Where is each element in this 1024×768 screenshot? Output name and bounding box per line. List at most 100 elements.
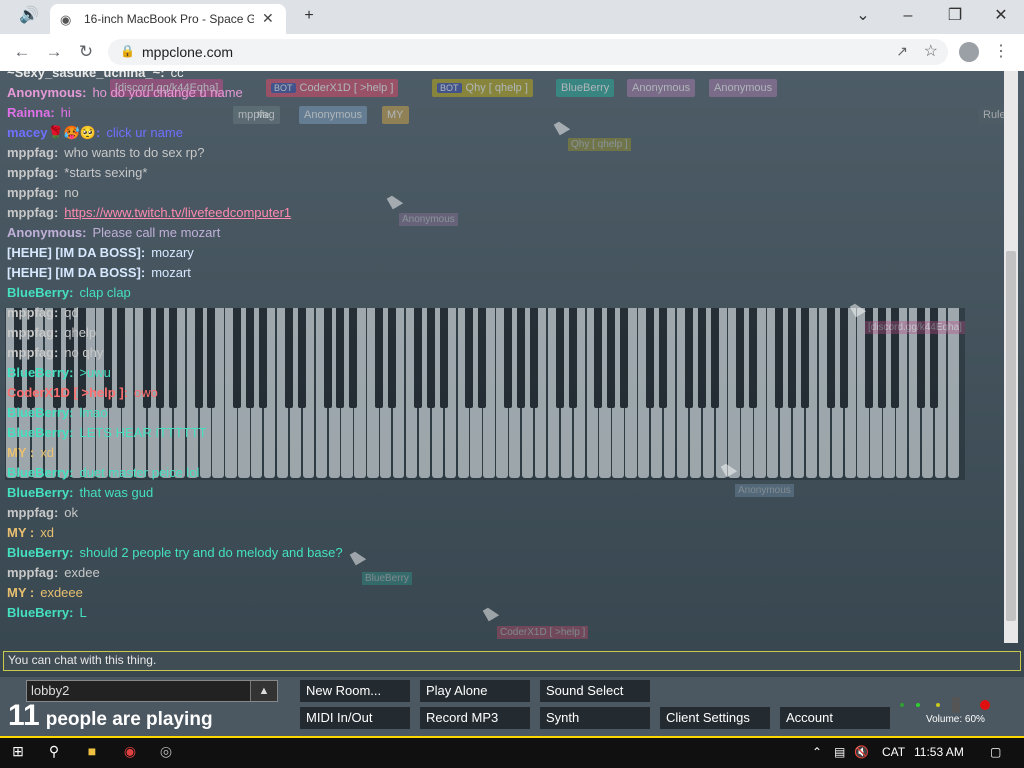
piano-black-key[interactable] [800,308,809,408]
chat-username[interactable]: BlueBerry: [7,365,73,380]
chat-username[interactable]: BlueBerry: [7,405,73,420]
tray-chevron-icon[interactable]: ⌃ [812,745,822,759]
chat-username[interactable]: MY : [7,445,34,460]
user-chip[interactable]: Anonymous [709,79,778,97]
chat-username[interactable]: mppfag: [7,505,58,520]
chat-username[interactable]: Rainna: [7,105,55,120]
piano-black-key[interactable] [749,308,758,408]
chat-username[interactable]: mppfag: [7,165,58,180]
record-mp3-button[interactable]: Record MP3 [420,707,530,729]
tab-close-icon[interactable]: ✕ [262,10,274,27]
reload-icon[interactable]: ↻ [75,42,97,62]
chat-username[interactable]: mppfag: [7,145,58,160]
share-icon[interactable]: ↗ [896,43,908,60]
piano-black-key[interactable] [697,308,706,408]
chat-text: no qhy [64,345,104,360]
chat-username[interactable]: BlueBerry: [7,605,73,620]
profile-avatar[interactable] [959,42,979,62]
browser-tab[interactable]: ◉ 16-inch MacBook Pro - Space Gr ✕ [50,4,286,34]
chat-username[interactable]: MY : [7,525,34,540]
chat-username[interactable]: Anonymous: [7,225,86,240]
network-icon[interactable]: ▤ [834,745,845,759]
client-settings-button[interactable]: Client Settings [660,707,770,729]
chat-text: duet master peice lol [79,465,200,480]
chat-username[interactable]: mppfag: [7,205,58,220]
clock[interactable]: 11:53 AM [914,745,964,759]
play-alone-button[interactable]: Play Alone [420,680,530,702]
chat-username[interactable]: BlueBerry: [7,425,73,440]
chat-username[interactable]: BlueBerry: [7,285,73,300]
chat-username[interactable]: CoderX1D [ >help ]: [7,385,128,400]
chrome-icon[interactable]: ◉ [116,743,144,760]
browser-menu-icon[interactable]: ⋮ [993,41,1009,61]
restore-icon[interactable]: ❐ [941,4,969,28]
piano-black-key[interactable] [736,308,745,408]
chat-message: MY : xd [7,443,54,463]
sound-select-button[interactable]: Sound Select [540,680,650,702]
chat-text: L [79,605,87,620]
chat-message: BlueBerry: should 2 people try and do mel… [7,543,343,563]
chat-scrollbar[interactable] [1004,71,1018,643]
chat-username[interactable]: macey🌹🥵🥺: [7,125,100,140]
chat-username[interactable]: mppfag: [7,305,58,320]
account-button[interactable]: Account [780,707,890,729]
mute-icon[interactable]: 🔇 [854,745,869,759]
chat-message: Anonymous: ho do you change u name [7,83,243,103]
new-tab-button[interactable]: + [295,4,323,28]
chat-input[interactable]: You can chat with this thing. [3,651,1021,671]
language-indicator[interactable]: CAT [882,745,905,759]
piano-black-key[interactable] [658,308,667,408]
piano-black-key[interactable] [607,308,616,408]
url-text: mppclone.com [142,44,234,60]
back-icon[interactable]: ← [11,42,33,62]
piano-black-key[interactable] [839,308,848,408]
volume-dot-icon [916,703,920,707]
piano-black-key[interactable] [787,308,796,408]
room-name: lobby2 [31,683,70,698]
chat-username[interactable]: BlueBerry: [7,545,73,560]
tab-search-icon[interactable]: ⌄ [849,4,877,28]
chat-username[interactable]: Anonymous: [7,85,86,100]
lock-icon[interactable]: 🔒 [120,44,135,58]
bookmark-star-icon[interactable]: ☆ [924,41,938,61]
new-room-button[interactable]: New Room... [300,680,410,702]
file-explorer-icon[interactable]: ■ [78,743,106,759]
piano-black-key[interactable] [646,308,654,408]
taskbar: ⊞ ⚲ ■ ◉ ◎ ⌃ ▤ 🔇 CAT 11:53 AM ▢ [0,738,1024,768]
volume-knob[interactable] [952,697,960,713]
minimize-icon[interactable]: – [894,4,922,28]
chat-message: BlueBerry: duet master peice lol [7,463,199,483]
notifications-icon[interactable]: ▢ [990,745,1001,759]
user-chip[interactable]: Anonymous [627,79,696,97]
piano-black-key[interactable] [620,308,629,408]
chat-username[interactable]: [HEHE] [IM DA BOSS]: [7,265,145,280]
chat-username[interactable]: mppfag: [7,185,58,200]
chat-link[interactable]: https://www.twitch.tv/livefeedcomputer1 [64,205,291,220]
windows-start-icon[interactable]: ⊞ [4,743,32,760]
chat-username[interactable]: mppfag: [7,345,58,360]
close-window-icon[interactable]: ✕ [987,4,1015,28]
record-indicator-icon [980,700,990,710]
piano-black-key[interactable] [684,308,693,408]
chat-username[interactable]: mppfag: [7,565,58,580]
chat-username[interactable]: MY : [7,585,34,600]
chat-username[interactable]: BlueBerry: [7,465,73,480]
piano-black-key[interactable] [710,308,719,408]
synth-button[interactable]: Synth [540,707,650,729]
scroll-thumb[interactable] [1006,251,1016,621]
chat-text: lmao [79,405,108,420]
room-dropdown-arrow-icon[interactable]: ▲ [250,681,277,701]
chat-username[interactable]: ~Sexy_sasuke_uchiha_~: [7,71,165,80]
piano-black-key[interactable] [826,308,835,408]
chat-username[interactable]: BlueBerry: [7,485,73,500]
search-icon[interactable]: ⚲ [40,743,68,760]
chat-username[interactable]: mppfag: [7,325,58,340]
chat-message: mppfag: ok [7,503,78,523]
speaker-icon[interactable]: 🔊 [15,4,43,28]
chat-username[interactable]: [HEHE] [IM DA BOSS]: [7,245,145,260]
midi-button[interactable]: MIDI In/Out [300,707,410,729]
piano-black-key[interactable] [775,308,783,408]
forward-icon[interactable]: → [43,42,65,62]
app-icon[interactable]: ◎ [152,743,180,760]
url-field[interactable]: 🔒 mppclone.com ↗ ☆ [108,39,948,65]
